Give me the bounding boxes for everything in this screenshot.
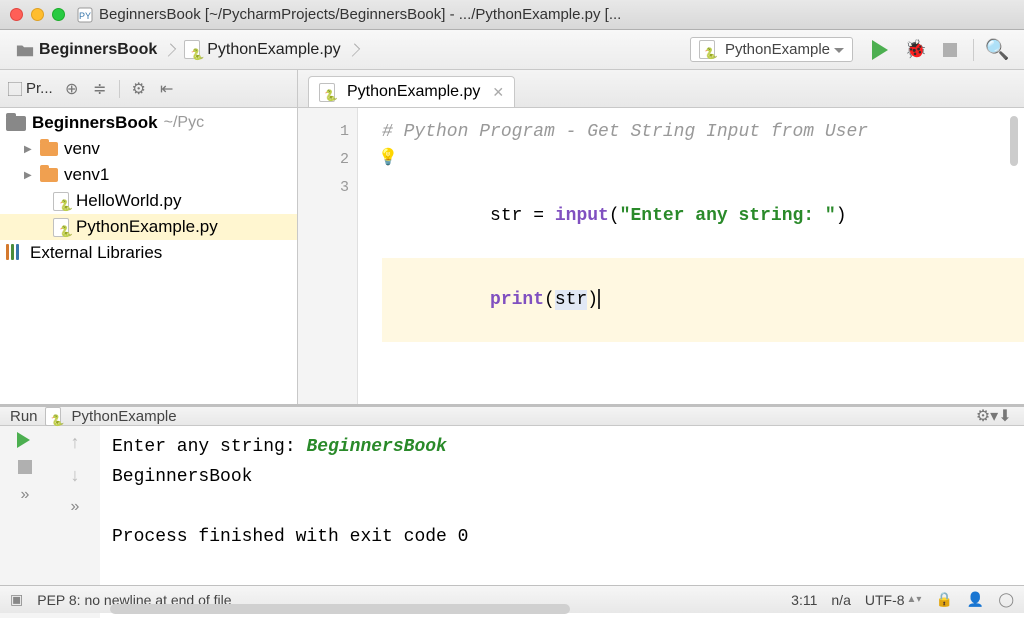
- window-titlebar: PY BeginnersBook [~/PycharmProjects/Begi…: [0, 0, 1024, 30]
- tree-external-libraries[interactable]: External Libraries: [0, 240, 297, 266]
- project-toolbar: Pr... ⊕ ≑ ⚙ ⇤: [0, 70, 297, 108]
- expand-icon[interactable]: ▶: [24, 144, 38, 155]
- python-icon: [699, 42, 715, 58]
- python-file-icon: [319, 84, 335, 100]
- app-icon: PY: [77, 7, 93, 23]
- python-file-icon: [52, 192, 70, 210]
- close-window-button[interactable]: [10, 8, 23, 21]
- breadcrumb-project[interactable]: BeginnersBook: [10, 38, 167, 62]
- stop-run-button[interactable]: [18, 460, 32, 474]
- tree-folder-venv1[interactable]: ▶ venv1: [0, 162, 297, 188]
- library-icon: [6, 244, 24, 262]
- breadcrumb: BeginnersBook PythonExample.py: [10, 38, 690, 62]
- code-line-3: print(str): [382, 258, 1024, 342]
- collapse-all-button[interactable]: ≑: [91, 80, 109, 98]
- more-actions-button[interactable]: »: [21, 486, 30, 504]
- run-config-label: PythonExample: [72, 408, 177, 425]
- separator: [119, 80, 120, 98]
- svg-text:PY: PY: [79, 11, 91, 21]
- line-gutter: 1 2 3: [298, 108, 358, 404]
- play-icon: [17, 432, 38, 448]
- intention-bulb-icon[interactable]: 💡: [378, 144, 398, 172]
- python-file-icon: [52, 218, 70, 236]
- code-lines[interactable]: # Python Program - Get String Input from…: [358, 108, 1024, 404]
- tree-file-pythonexample[interactable]: PythonExample.py: [0, 214, 297, 240]
- python-icon: [44, 407, 62, 425]
- run-body: » ↑ ↓ » Enter any string: BeginnersBook …: [0, 426, 1024, 618]
- project-folder-icon: [6, 116, 26, 131]
- tree-file-helloworld[interactable]: HelloWorld.py: [0, 188, 297, 214]
- stop-button[interactable]: [937, 37, 963, 63]
- tree-item-label: PythonExample.py: [76, 217, 218, 237]
- run-configuration-label: PythonExample: [725, 41, 830, 58]
- text-cursor: [598, 289, 600, 309]
- tree-item-label: venv: [64, 139, 100, 159]
- tool-windows-button[interactable]: ▣: [10, 591, 23, 608]
- bug-icon: 🐞: [905, 39, 927, 60]
- project-root-node[interactable]: BeginnersBook ~/Pyc: [0, 110, 297, 136]
- line-number: 3: [298, 174, 349, 202]
- prev-stack-button[interactable]: ↑: [71, 432, 80, 453]
- separator: [973, 39, 974, 61]
- tree-folder-venv[interactable]: ▶ venv: [0, 136, 297, 162]
- navigation-bar: BeginnersBook PythonExample.py PythonExa…: [0, 30, 1024, 70]
- editor-tab-pythonexample[interactable]: PythonExample.py ✕: [308, 76, 515, 107]
- search-icon: 🔍: [985, 37, 1010, 62]
- folder-icon: [40, 142, 58, 156]
- scroll-from-source-button[interactable]: ⊕: [63, 80, 81, 98]
- code-line-1: # Python Program - Get String Input from…: [382, 118, 1024, 146]
- run-console[interactable]: Enter any string: BeginnersBook Beginner…: [100, 426, 1024, 618]
- next-stack-button[interactable]: ↓: [71, 465, 80, 486]
- run-settings-button[interactable]: ⚙▾: [978, 407, 996, 425]
- tree-item-label: venv1: [64, 165, 109, 185]
- project-root-path: ~/Pyc: [164, 114, 204, 132]
- line-number: 2: [298, 146, 349, 174]
- more-nav-button[interactable]: »: [71, 498, 80, 516]
- run-button[interactable]: [869, 37, 895, 63]
- folder-icon: [40, 168, 58, 182]
- editor-scrollbar[interactable]: [1010, 116, 1018, 166]
- run-tool-header: Run PythonExample ⚙▾ ⬇: [0, 407, 1024, 426]
- breadcrumb-file-label: PythonExample.py: [207, 41, 340, 59]
- main-area: Pr... ⊕ ≑ ⚙ ⇤ BeginnersBook ~/Pyc ▶ venv…: [0, 70, 1024, 405]
- code-line-2: 💡 str = input("Enter any string: "): [382, 146, 1024, 258]
- stop-icon: [18, 460, 32, 474]
- download-button[interactable]: ⬇: [996, 407, 1014, 425]
- run-configuration-dropdown[interactable]: PythonExample: [690, 37, 853, 62]
- expand-icon[interactable]: ▶: [24, 170, 38, 181]
- editor-tab-label: PythonExample.py: [347, 83, 480, 101]
- run-title-label: Run: [10, 408, 38, 425]
- project-tool-window: Pr... ⊕ ≑ ⚙ ⇤ BeginnersBook ~/Pyc ▶ venv…: [0, 70, 298, 404]
- rerun-button[interactable]: [13, 432, 38, 448]
- debug-button[interactable]: 🐞: [903, 37, 929, 63]
- tree-item-label: HelloWorld.py: [76, 191, 182, 211]
- settings-button[interactable]: ⚙: [130, 80, 148, 98]
- minimize-window-button[interactable]: [31, 8, 44, 21]
- window-controls: [10, 8, 65, 21]
- maximize-window-button[interactable]: [52, 8, 65, 21]
- stop-icon: [943, 43, 957, 57]
- project-tree: BeginnersBook ~/Pyc ▶ venv ▶ venv1 Hello…: [0, 108, 297, 268]
- editor-area: PythonExample.py ✕ 1 2 3 # Python Progra…: [298, 70, 1024, 404]
- run-tool-window: Run PythonExample ⚙▾ ⬇ » ↑ ↓ » Enter any…: [0, 405, 1024, 585]
- project-root-label: BeginnersBook: [32, 113, 158, 133]
- close-tab-button[interactable]: ✕: [492, 84, 504, 101]
- code-editor[interactable]: 1 2 3 # Python Program - Get String Inpu…: [298, 108, 1024, 404]
- search-everywhere-button[interactable]: 🔍: [984, 37, 1010, 63]
- breadcrumb-project-label: BeginnersBook: [39, 41, 157, 59]
- window-title: BeginnersBook [~/PycharmProjects/Beginne…: [99, 6, 621, 23]
- project-tool-title: Pr...: [8, 80, 53, 97]
- python-file-icon: [183, 41, 201, 59]
- breadcrumb-file[interactable]: PythonExample.py: [177, 38, 350, 62]
- editor-tabs: PythonExample.py ✕: [298, 70, 1024, 108]
- play-icon: [872, 40, 898, 60]
- hide-button[interactable]: ⇤: [158, 80, 176, 98]
- tree-item-label: External Libraries: [30, 243, 162, 263]
- line-number: 1: [298, 118, 349, 146]
